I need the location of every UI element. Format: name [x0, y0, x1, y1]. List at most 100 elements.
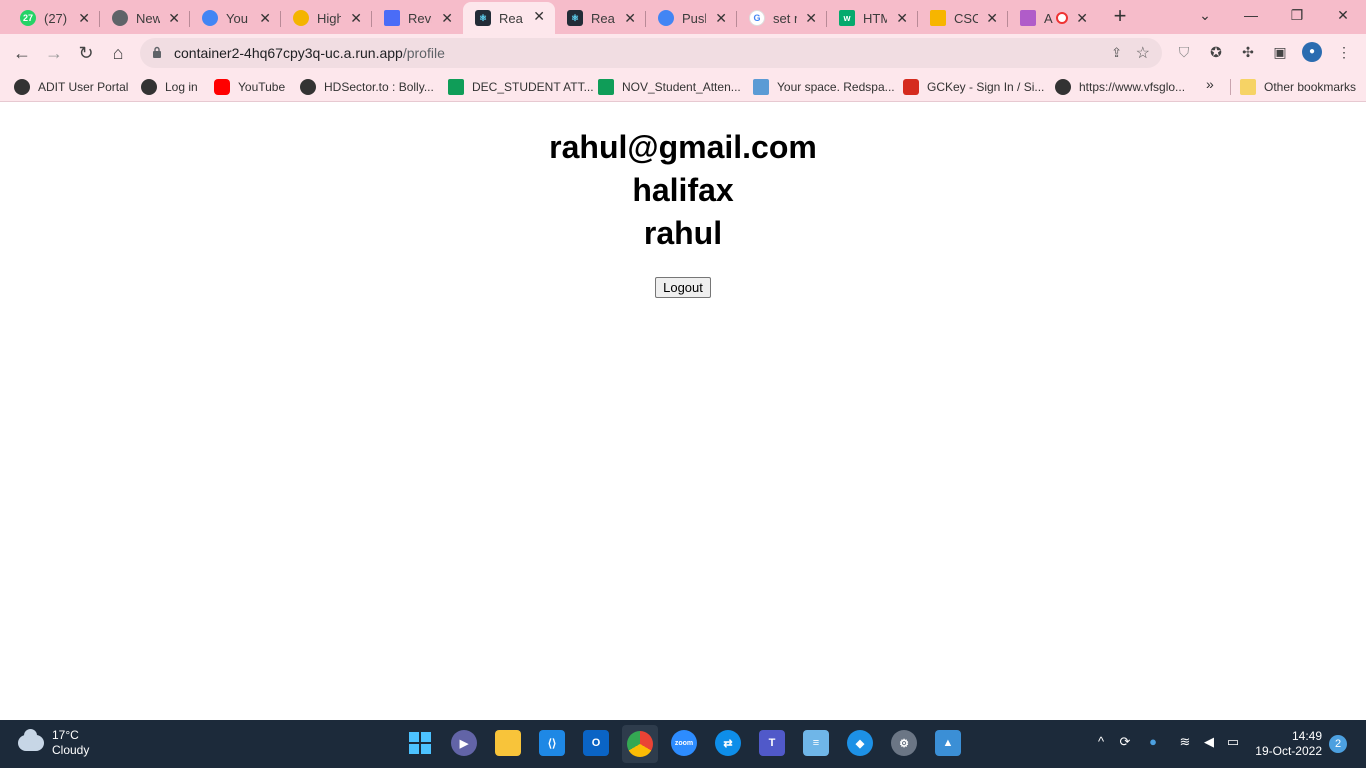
bookmark-label: Log in [165, 80, 198, 94]
tab-strip: 27 (27) W ✕ New Tab ✕ You are ✕ High ✕ R… [0, 0, 1366, 34]
tab-react-active[interactable]: ⚛ React ✕ [463, 2, 555, 34]
tab-revision[interactable]: Revision ✕ [372, 4, 463, 32]
close-tab-icon[interactable]: ✕ [350, 10, 362, 27]
close-tab-icon[interactable]: ✕ [168, 10, 180, 27]
minimize-icon[interactable]: — [1236, 4, 1266, 26]
play-icon [384, 10, 400, 26]
lock-icon [153, 46, 161, 58]
tab-media[interactable]: A ✕ [1008, 4, 1098, 32]
tab-new-tab[interactable]: New Tab ✕ [100, 4, 190, 32]
extension-badge-icon[interactable]: ✪ [1206, 42, 1226, 62]
globe-icon [141, 79, 157, 95]
bookmark-item[interactable]: ADIT User Portal [14, 76, 128, 98]
bookmarks-overflow-icon[interactable]: » [1206, 76, 1214, 92]
weather-widget[interactable]: 17°C Cloudy [18, 728, 89, 758]
tab-title: You are [226, 10, 250, 26]
tab-title: Push [682, 10, 706, 26]
bookmark-item[interactable]: DEC_STUDENT ATT... [448, 76, 594, 98]
zoom-icon[interactable]: zoom [671, 730, 697, 756]
forward-icon[interactable]: → [41, 40, 67, 66]
other-bookmarks[interactable]: Other bookmarks [1240, 76, 1356, 98]
redspace-icon [753, 79, 769, 95]
recording-icon [1056, 12, 1068, 24]
side-panel-icon[interactable]: ▣ [1270, 42, 1290, 62]
logout-button[interactable]: Logout [655, 277, 711, 298]
meet-icon[interactable]: ▶ [451, 730, 477, 756]
tab-csci[interactable]: CSCI ✕ [918, 4, 1008, 32]
bookmark-item[interactable]: Log in [141, 76, 198, 98]
microphone-icon[interactable]: ● [1144, 734, 1162, 749]
bookmark-star-icon[interactable]: ☆ [1136, 43, 1150, 63]
back-icon[interactable]: ← [9, 40, 35, 66]
tab-title: React [591, 10, 615, 26]
docker-icon[interactable]: ◆ [847, 730, 873, 756]
close-window-icon[interactable]: ✕ [1328, 4, 1358, 26]
tab-search-icon[interactable]: ⌄ [1190, 4, 1220, 26]
close-tab-icon[interactable]: ✕ [715, 10, 727, 27]
shield-extension-icon[interactable]: ⛉ [1174, 42, 1194, 62]
close-tab-icon[interactable]: ✕ [441, 10, 453, 27]
battery-icon[interactable]: ▭ [1224, 734, 1242, 750]
more-menu-icon[interactable]: ⋮ [1334, 42, 1354, 62]
outlook-icon[interactable]: O [583, 730, 609, 756]
globe-icon [1055, 79, 1071, 95]
vscode-icon[interactable]: ⟨⟩ [539, 730, 565, 756]
bookmark-item[interactable]: YouTube [214, 76, 285, 98]
address-bar[interactable]: container2-4hq67cpy3q-uc.a.run.app/profi… [140, 38, 1162, 68]
settings-icon[interactable]: ⚙ [891, 730, 917, 756]
page-content: rahul@gmail.com halifax rahul Logout [0, 103, 1366, 720]
chrome-taskbar-button[interactable] [622, 725, 658, 763]
pencil-icon [930, 10, 946, 26]
windows-start-icon[interactable] [407, 730, 433, 756]
media-icon [1020, 10, 1036, 26]
bookmark-item[interactable]: GCKey - Sign In / Si... [903, 76, 1044, 98]
tab-high[interactable]: High ✕ [281, 4, 372, 32]
teams-icon[interactable]: T [759, 730, 785, 756]
tab-title: A [1044, 10, 1053, 26]
home-icon[interactable]: ⌂ [105, 40, 131, 66]
google-cloud-icon [658, 10, 674, 26]
close-tab-icon[interactable]: ✕ [259, 10, 271, 27]
notepad-icon[interactable]: ≡ [803, 730, 829, 756]
close-tab-icon[interactable]: ✕ [805, 10, 817, 27]
close-tab-icon[interactable]: ✕ [78, 10, 90, 27]
system-clock[interactable]: 14:49 19-Oct-2022 [1250, 729, 1322, 759]
tab-push[interactable]: Push ✕ [646, 4, 737, 32]
profile-avatar[interactable]: ● [1302, 42, 1322, 62]
tab-html[interactable]: w HTML ✕ [827, 4, 918, 32]
close-tab-icon[interactable]: ✕ [624, 10, 636, 27]
tab-set-route[interactable]: G set rou ✕ [737, 4, 827, 32]
new-tab-icon[interactable]: + [1108, 4, 1132, 28]
file-explorer-icon[interactable] [495, 730, 521, 756]
volume-icon[interactable]: ◀ [1200, 734, 1218, 750]
tray-overflow-icon[interactable]: ^ [1092, 734, 1110, 749]
tab-react[interactable]: ⚛ React ✕ [555, 4, 646, 32]
close-tab-icon[interactable]: ✕ [896, 10, 908, 27]
close-tab-icon[interactable]: ✕ [533, 8, 545, 25]
clock-date: 19-Oct-2022 [1255, 744, 1322, 758]
bookmark-item[interactable]: NOV_Student_Atten... [598, 76, 741, 98]
bookmarks-separator [1230, 79, 1231, 95]
extensions-puzzle-icon[interactable]: ✣ [1238, 42, 1258, 62]
bookmark-item[interactable]: https://www.vfsglo... [1055, 76, 1185, 98]
tab-you-are[interactable]: You are ✕ [190, 4, 281, 32]
close-tab-icon[interactable]: ✕ [986, 10, 998, 27]
photos-icon[interactable]: ▲ [935, 730, 961, 756]
sync-icon[interactable]: ⟳ [1116, 734, 1134, 750]
reload-icon[interactable]: ↻ [73, 40, 99, 66]
teamviewer-icon[interactable]: ⇄ [715, 730, 741, 756]
close-tab-icon[interactable]: ✕ [1076, 10, 1088, 27]
notification-badge[interactable]: 2 [1329, 735, 1347, 753]
share-icon[interactable]: ⇪ [1111, 45, 1122, 61]
globe-icon [14, 79, 30, 95]
tab-whatsapp[interactable]: 27 (27) W ✕ [8, 4, 100, 32]
bookmark-item[interactable]: Your space. Redspa... [753, 76, 895, 98]
wifi-icon[interactable]: ≋ [1176, 734, 1194, 750]
bookmark-item[interactable]: HDSector.to : Bolly... [300, 76, 434, 98]
bookmark-label: NOV_Student_Atten... [622, 80, 741, 94]
chrome-icon [112, 10, 128, 26]
restore-icon[interactable]: ❐ [1282, 4, 1312, 26]
globe-icon [293, 10, 309, 26]
w3-icon: w [839, 10, 855, 26]
maple-leaf-icon [903, 79, 919, 95]
